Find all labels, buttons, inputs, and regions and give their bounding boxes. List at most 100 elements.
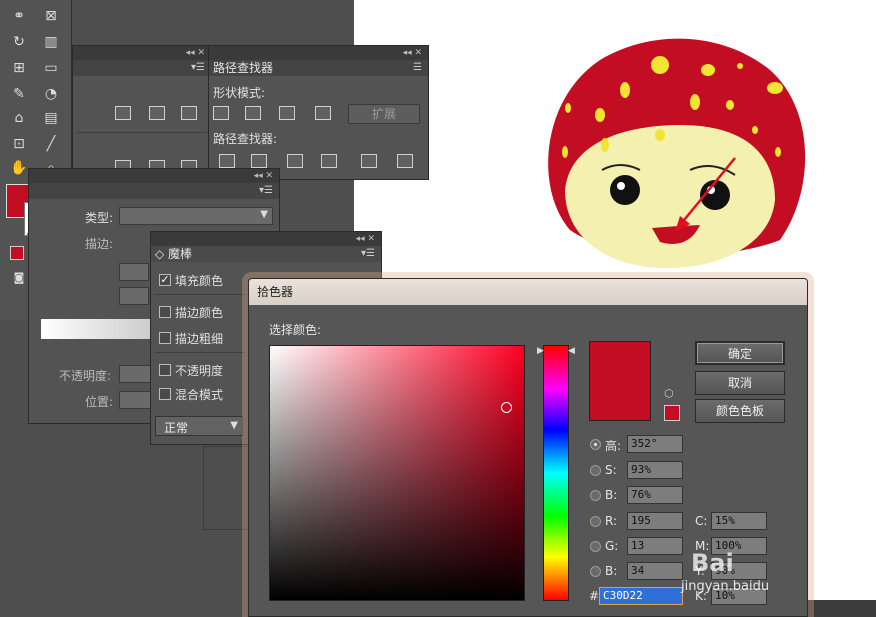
pathfinder-titlebar: ◂◂ ✕ xyxy=(209,46,428,60)
symbol-sprayer-icon[interactable]: ⊠ xyxy=(40,6,62,26)
expand-button[interactable]: 扩展 xyxy=(348,104,420,124)
opacity-checkbox[interactable] xyxy=(159,364,171,376)
divide-icon[interactable] xyxy=(219,154,235,168)
red-label: R: xyxy=(605,514,618,528)
opacity-field[interactable] xyxy=(119,365,153,383)
color-picker-title: 拾色器 xyxy=(249,279,807,305)
color-mode-icon[interactable] xyxy=(10,246,24,260)
angle-field[interactable] xyxy=(119,263,149,281)
saturation-radio[interactable] xyxy=(590,465,601,476)
ratio-field[interactable] xyxy=(119,287,149,305)
rotate-tool-icon[interactable]: ↻ xyxy=(8,32,30,52)
mushroom-face xyxy=(565,125,775,269)
stroke-weight-checkbox[interactable] xyxy=(159,332,171,344)
blue-input[interactable]: 34 xyxy=(627,562,683,580)
green-label: G: xyxy=(605,539,619,553)
minus-back-icon[interactable] xyxy=(397,154,413,168)
chevron-down-icon: ▼ xyxy=(230,420,238,431)
align-panel-tab[interactable]: ▾☰ xyxy=(73,60,211,76)
color-selector-ring[interactable] xyxy=(501,402,512,413)
merge-icon[interactable] xyxy=(287,154,303,168)
hue-label: 高: xyxy=(605,439,622,453)
blend-mode-dropdown[interactable]: 正常 ▼ xyxy=(155,416,243,436)
column-graph-icon[interactable]: ▥ xyxy=(40,32,62,52)
pathfinder-title: 路径查找器 xyxy=(213,61,274,75)
cancel-button[interactable]: 取消 xyxy=(695,371,785,395)
panel-well xyxy=(203,446,249,530)
exclude-icon[interactable] xyxy=(315,106,331,120)
magic-wand-title: 魔棒 xyxy=(168,247,193,261)
align-icon[interactable] xyxy=(149,106,165,120)
type-dropdown[interactable]: ▼ xyxy=(119,207,273,225)
shape-builder-icon[interactable]: ◔ xyxy=(40,84,62,104)
blend-tool-icon[interactable]: ⚭ xyxy=(8,6,30,26)
option-label: 混合模式 xyxy=(175,388,224,402)
pathfinders-label: 路径查找器: xyxy=(213,132,278,146)
saturation-brightness-field[interactable] xyxy=(269,345,525,601)
green-radio[interactable] xyxy=(590,541,601,552)
magic-wand-tab[interactable]: ◇ 魔棒 ▾☰ xyxy=(151,246,381,262)
hue-input[interactable]: 352° xyxy=(627,435,683,453)
pathfinder-tab[interactable]: 路径查找器 ☰ xyxy=(209,60,428,76)
saturation-label: S: xyxy=(605,463,617,477)
type-label: 类型: xyxy=(85,211,114,225)
align-icon[interactable] xyxy=(115,106,131,120)
unite-icon[interactable] xyxy=(213,106,229,120)
eyedropper-icon[interactable]: ✎ xyxy=(8,84,30,104)
align-icon[interactable] xyxy=(181,106,197,120)
knife-tool-icon[interactable]: ╱ xyxy=(40,134,62,154)
outline-icon[interactable] xyxy=(361,154,377,168)
align-panel: ◂◂ ✕ ▾☰ xyxy=(72,45,212,187)
ok-button[interactable]: 确定 xyxy=(695,341,785,365)
graph-tool-icon[interactable]: ▤ xyxy=(40,108,62,128)
blue-radio[interactable] xyxy=(590,566,601,577)
brightness-input[interactable]: 76% xyxy=(627,486,683,504)
trim-icon[interactable] xyxy=(251,154,267,168)
brightness-radio[interactable] xyxy=(590,490,601,501)
red-input[interactable]: 195 xyxy=(627,512,683,530)
position-label: 位置: xyxy=(85,395,114,409)
position-field[interactable] xyxy=(119,391,153,409)
blend-mode-value: 正常 xyxy=(164,421,189,435)
select-color-label: 选择颜色: xyxy=(269,323,322,337)
green-input[interactable]: 13 xyxy=(627,537,683,555)
pathfinder-panel: ◂◂ ✕ 路径查找器 ☰ 形状模式: 扩展 路径查找器: xyxy=(208,45,429,180)
option-label: 不透明度 xyxy=(175,364,224,378)
option-label: 描边颜色 xyxy=(175,306,224,320)
align-panel-titlebar: ◂◂ ✕ xyxy=(73,46,211,60)
brightness-label: B: xyxy=(605,488,618,502)
minus-front-icon[interactable] xyxy=(245,106,261,120)
stroke-label: 描边: xyxy=(85,237,114,251)
mushroom-illustration[interactable] xyxy=(530,30,810,270)
color-swatches-button[interactable]: 颜色色板 xyxy=(695,399,785,423)
draw-normal-icon[interactable]: ◙ xyxy=(8,268,30,288)
gradient-tab[interactable]: ▾☰ xyxy=(29,183,279,199)
opacity-label: 不透明度: xyxy=(59,369,112,383)
crop-icon[interactable] xyxy=(321,154,337,168)
mesh-tool-icon[interactable]: ⊞ xyxy=(8,58,30,78)
gradient-tool-icon[interactable]: ▭ xyxy=(40,58,62,78)
cyan-label: C: xyxy=(695,514,708,528)
fill-color-checkbox[interactable]: ✓ xyxy=(159,274,171,286)
out-of-gamut-icon[interactable]: ⬡ xyxy=(664,387,674,400)
live-paint-icon[interactable]: ⌂ xyxy=(8,108,30,128)
gradient-titlebar: ◂◂ ✕ xyxy=(29,169,279,183)
magic-wand-titlebar: ◂◂ ✕ xyxy=(151,232,381,246)
hue-slider-left-handle-icon[interactable]: ▶ xyxy=(537,346,544,356)
hue-radio[interactable] xyxy=(590,439,601,450)
blend-mode-checkbox[interactable] xyxy=(159,388,171,400)
option-label: 填充颜色 xyxy=(175,274,224,288)
cyan-input[interactable]: 15% xyxy=(711,512,767,530)
hex-input[interactable]: C30D22 xyxy=(599,587,683,605)
color-picker-dialog: 拾色器 选择颜色: ▶ ◀ ⬡ 确定 取消 颜色色板 高: 352° S: 93… xyxy=(248,278,808,617)
hue-slider-right-handle-icon[interactable]: ◀ xyxy=(568,346,575,356)
hand-tool-icon[interactable]: ✋ xyxy=(8,158,30,178)
red-radio[interactable] xyxy=(590,516,601,527)
hue-slider[interactable] xyxy=(543,345,569,601)
artboard-tool-icon[interactable]: ⊡ xyxy=(8,134,30,154)
intersect-icon[interactable] xyxy=(279,106,295,120)
web-safe-color-swatch[interactable] xyxy=(664,405,680,421)
saturation-input[interactable]: 93% xyxy=(627,461,683,479)
gradient-slider[interactable] xyxy=(41,319,151,339)
stroke-color-checkbox[interactable] xyxy=(159,306,171,318)
